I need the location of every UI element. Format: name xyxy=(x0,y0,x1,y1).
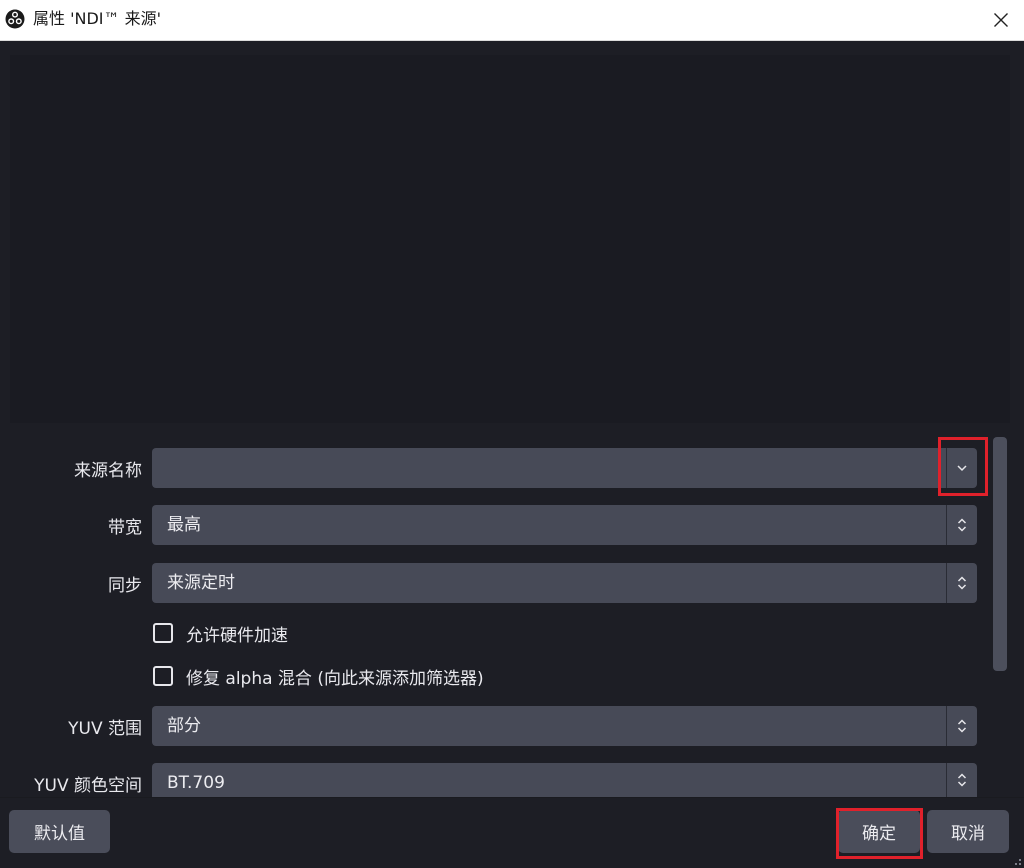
bandwidth-value: 最高 xyxy=(167,515,201,535)
footer-divider xyxy=(0,797,1024,798)
window-title: 属性 'NDI™ 来源' xyxy=(33,9,161,28)
close-button[interactable] xyxy=(978,0,1024,40)
bandwidth-label: 带宽 xyxy=(108,518,142,538)
yuv-range-select-arrows[interactable] xyxy=(946,706,977,746)
source-name-combobox[interactable] xyxy=(152,448,977,488)
yuv-range-value: 部分 xyxy=(167,716,201,736)
hw-accel-checkbox-row[interactable]: 允许硬件加速 xyxy=(153,621,288,646)
sync-select[interactable]: 来源定时 xyxy=(152,563,977,603)
hw-accel-checkbox[interactable] xyxy=(153,623,173,643)
updown-arrows-icon xyxy=(957,576,967,590)
updown-arrows-icon xyxy=(957,773,967,787)
yuv-colorspace-label: YUV 颜色空间 xyxy=(34,776,142,796)
bandwidth-select[interactable]: 最高 xyxy=(152,505,977,545)
yuv-colorspace-select-arrows[interactable] xyxy=(946,763,977,797)
properties-scrollbar[interactable] xyxy=(993,437,1007,671)
alpha-fix-checkbox-row[interactable]: 修复 alpha 混合 (向此来源添加筛选器) xyxy=(153,664,484,689)
yuv-range-label: YUV 范围 xyxy=(68,719,142,739)
close-icon xyxy=(994,13,1008,27)
obs-logo-icon xyxy=(5,9,25,29)
cancel-button[interactable]: 取消 xyxy=(927,810,1009,853)
source-preview xyxy=(10,55,1010,423)
alpha-fix-checkbox[interactable] xyxy=(153,666,173,686)
defaults-button[interactable]: 默认值 xyxy=(9,810,110,853)
chevron-down-icon xyxy=(957,465,967,472)
yuv-colorspace-select[interactable]: BT.709 xyxy=(152,763,977,797)
yuv-range-select[interactable]: 部分 xyxy=(152,706,977,746)
hw-accel-label: 允许硬件加速 xyxy=(186,625,288,646)
source-name-label: 来源名称 xyxy=(74,461,142,481)
source-name-dropdown-button[interactable] xyxy=(946,448,977,488)
sync-label: 同步 xyxy=(108,576,142,596)
resize-grip-icon[interactable] xyxy=(1012,856,1022,866)
updown-arrows-icon xyxy=(957,719,967,733)
sync-value: 来源定时 xyxy=(167,573,235,593)
alpha-fix-label: 修复 alpha 混合 (向此来源添加筛选器) xyxy=(186,668,484,689)
ok-button[interactable]: 确定 xyxy=(838,810,920,853)
yuv-colorspace-value: BT.709 xyxy=(167,773,225,793)
sync-select-arrows[interactable] xyxy=(946,563,977,603)
bandwidth-select-arrows[interactable] xyxy=(946,505,977,545)
title-bar: 属性 'NDI™ 来源' xyxy=(0,0,1024,41)
updown-arrows-icon xyxy=(957,518,967,532)
